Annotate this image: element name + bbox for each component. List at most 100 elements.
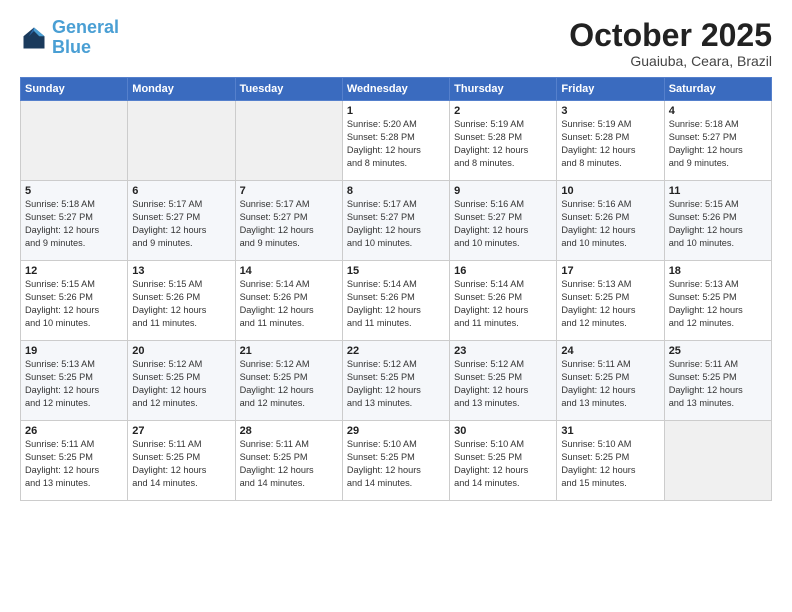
day-info: Sunrise: 5:11 AMSunset: 5:25 PMDaylight:… (132, 438, 230, 490)
calendar-day-cell: 23Sunrise: 5:12 AMSunset: 5:25 PMDayligh… (450, 341, 557, 421)
calendar-day-cell (128, 101, 235, 181)
calendar-day-cell: 1Sunrise: 5:20 AMSunset: 5:28 PMDaylight… (342, 101, 449, 181)
calendar-day-cell: 16Sunrise: 5:14 AMSunset: 5:26 PMDayligh… (450, 261, 557, 341)
day-number: 16 (454, 265, 552, 277)
calendar-day-cell: 12Sunrise: 5:15 AMSunset: 5:26 PMDayligh… (21, 261, 128, 341)
day-number: 2 (454, 105, 552, 117)
calendar-table: SundayMondayTuesdayWednesdayThursdayFrid… (20, 77, 772, 501)
day-info: Sunrise: 5:10 AMSunset: 5:25 PMDaylight:… (561, 438, 659, 490)
weekday-header-cell: Thursday (450, 78, 557, 101)
calendar-week-row: 19Sunrise: 5:13 AMSunset: 5:25 PMDayligh… (21, 341, 772, 421)
day-info: Sunrise: 5:20 AMSunset: 5:28 PMDaylight:… (347, 118, 445, 170)
day-info: Sunrise: 5:19 AMSunset: 5:28 PMDaylight:… (561, 118, 659, 170)
weekday-header-row: SundayMondayTuesdayWednesdayThursdayFrid… (21, 78, 772, 101)
day-info: Sunrise: 5:15 AMSunset: 5:26 PMDaylight:… (25, 278, 123, 330)
day-info: Sunrise: 5:19 AMSunset: 5:28 PMDaylight:… (454, 118, 552, 170)
day-info: Sunrise: 5:12 AMSunset: 5:25 PMDaylight:… (454, 358, 552, 410)
day-info: Sunrise: 5:16 AMSunset: 5:26 PMDaylight:… (561, 198, 659, 250)
calendar-day-cell: 3Sunrise: 5:19 AMSunset: 5:28 PMDaylight… (557, 101, 664, 181)
day-number: 28 (240, 425, 338, 437)
calendar-day-cell: 7Sunrise: 5:17 AMSunset: 5:27 PMDaylight… (235, 181, 342, 261)
day-number: 1 (347, 105, 445, 117)
day-info: Sunrise: 5:11 AMSunset: 5:25 PMDaylight:… (561, 358, 659, 410)
calendar-day-cell (664, 421, 771, 501)
day-number: 14 (240, 265, 338, 277)
day-info: Sunrise: 5:17 AMSunset: 5:27 PMDaylight:… (347, 198, 445, 250)
calendar-day-cell: 25Sunrise: 5:11 AMSunset: 5:25 PMDayligh… (664, 341, 771, 421)
calendar-week-row: 1Sunrise: 5:20 AMSunset: 5:28 PMDaylight… (21, 101, 772, 181)
calendar-body: 1Sunrise: 5:20 AMSunset: 5:28 PMDaylight… (21, 101, 772, 501)
day-number: 11 (669, 185, 767, 197)
calendar-day-cell: 2Sunrise: 5:19 AMSunset: 5:28 PMDaylight… (450, 101, 557, 181)
day-number: 20 (132, 345, 230, 357)
weekday-header-cell: Monday (128, 78, 235, 101)
day-number: 13 (132, 265, 230, 277)
day-number: 6 (132, 185, 230, 197)
calendar-day-cell: 17Sunrise: 5:13 AMSunset: 5:25 PMDayligh… (557, 261, 664, 341)
page: General Blue October 2025 Guaiuba, Ceara… (0, 0, 792, 612)
day-info: Sunrise: 5:11 AMSunset: 5:25 PMDaylight:… (240, 438, 338, 490)
weekday-header-cell: Saturday (664, 78, 771, 101)
location-subtitle: Guaiuba, Ceara, Brazil (569, 53, 772, 69)
day-number: 10 (561, 185, 659, 197)
day-info: Sunrise: 5:10 AMSunset: 5:25 PMDaylight:… (454, 438, 552, 490)
calendar-day-cell: 26Sunrise: 5:11 AMSunset: 5:25 PMDayligh… (21, 421, 128, 501)
day-info: Sunrise: 5:13 AMSunset: 5:25 PMDaylight:… (561, 278, 659, 330)
day-number: 30 (454, 425, 552, 437)
logo-text: General Blue (52, 18, 119, 58)
day-number: 12 (25, 265, 123, 277)
day-number: 25 (669, 345, 767, 357)
day-info: Sunrise: 5:17 AMSunset: 5:27 PMDaylight:… (132, 198, 230, 250)
calendar-day-cell: 10Sunrise: 5:16 AMSunset: 5:26 PMDayligh… (557, 181, 664, 261)
header: General Blue October 2025 Guaiuba, Ceara… (20, 18, 772, 69)
calendar-day-cell: 28Sunrise: 5:11 AMSunset: 5:25 PMDayligh… (235, 421, 342, 501)
calendar-day-cell: 14Sunrise: 5:14 AMSunset: 5:26 PMDayligh… (235, 261, 342, 341)
calendar-day-cell: 13Sunrise: 5:15 AMSunset: 5:26 PMDayligh… (128, 261, 235, 341)
day-number: 18 (669, 265, 767, 277)
day-info: Sunrise: 5:17 AMSunset: 5:27 PMDaylight:… (240, 198, 338, 250)
day-number: 27 (132, 425, 230, 437)
day-info: Sunrise: 5:13 AMSunset: 5:25 PMDaylight:… (25, 358, 123, 410)
day-info: Sunrise: 5:18 AMSunset: 5:27 PMDaylight:… (669, 118, 767, 170)
title-block: October 2025 Guaiuba, Ceara, Brazil (569, 18, 772, 69)
day-info: Sunrise: 5:11 AMSunset: 5:25 PMDaylight:… (25, 438, 123, 490)
calendar-day-cell: 4Sunrise: 5:18 AMSunset: 5:27 PMDaylight… (664, 101, 771, 181)
day-info: Sunrise: 5:14 AMSunset: 5:26 PMDaylight:… (347, 278, 445, 330)
day-number: 29 (347, 425, 445, 437)
day-number: 17 (561, 265, 659, 277)
calendar-week-row: 12Sunrise: 5:15 AMSunset: 5:26 PMDayligh… (21, 261, 772, 341)
calendar-day-cell: 27Sunrise: 5:11 AMSunset: 5:25 PMDayligh… (128, 421, 235, 501)
weekday-header-cell: Friday (557, 78, 664, 101)
weekday-header-cell: Tuesday (235, 78, 342, 101)
day-number: 7 (240, 185, 338, 197)
calendar-week-row: 26Sunrise: 5:11 AMSunset: 5:25 PMDayligh… (21, 421, 772, 501)
weekday-header-cell: Sunday (21, 78, 128, 101)
day-number: 31 (561, 425, 659, 437)
day-info: Sunrise: 5:16 AMSunset: 5:27 PMDaylight:… (454, 198, 552, 250)
calendar-day-cell: 15Sunrise: 5:14 AMSunset: 5:26 PMDayligh… (342, 261, 449, 341)
day-info: Sunrise: 5:15 AMSunset: 5:26 PMDaylight:… (132, 278, 230, 330)
day-number: 4 (669, 105, 767, 117)
day-number: 3 (561, 105, 659, 117)
logo-icon (20, 24, 48, 52)
calendar-day-cell: 31Sunrise: 5:10 AMSunset: 5:25 PMDayligh… (557, 421, 664, 501)
month-title: October 2025 (569, 18, 772, 53)
calendar-day-cell: 24Sunrise: 5:11 AMSunset: 5:25 PMDayligh… (557, 341, 664, 421)
calendar-day-cell (21, 101, 128, 181)
calendar-day-cell: 30Sunrise: 5:10 AMSunset: 5:25 PMDayligh… (450, 421, 557, 501)
day-number: 26 (25, 425, 123, 437)
calendar-day-cell: 22Sunrise: 5:12 AMSunset: 5:25 PMDayligh… (342, 341, 449, 421)
calendar-day-cell: 11Sunrise: 5:15 AMSunset: 5:26 PMDayligh… (664, 181, 771, 261)
day-info: Sunrise: 5:15 AMSunset: 5:26 PMDaylight:… (669, 198, 767, 250)
day-number: 9 (454, 185, 552, 197)
day-number: 5 (25, 185, 123, 197)
calendar-day-cell: 8Sunrise: 5:17 AMSunset: 5:27 PMDaylight… (342, 181, 449, 261)
calendar-day-cell (235, 101, 342, 181)
calendar-day-cell: 29Sunrise: 5:10 AMSunset: 5:25 PMDayligh… (342, 421, 449, 501)
day-info: Sunrise: 5:14 AMSunset: 5:26 PMDaylight:… (240, 278, 338, 330)
day-info: Sunrise: 5:18 AMSunset: 5:27 PMDaylight:… (25, 198, 123, 250)
day-info: Sunrise: 5:14 AMSunset: 5:26 PMDaylight:… (454, 278, 552, 330)
day-number: 23 (454, 345, 552, 357)
day-number: 19 (25, 345, 123, 357)
day-info: Sunrise: 5:12 AMSunset: 5:25 PMDaylight:… (240, 358, 338, 410)
